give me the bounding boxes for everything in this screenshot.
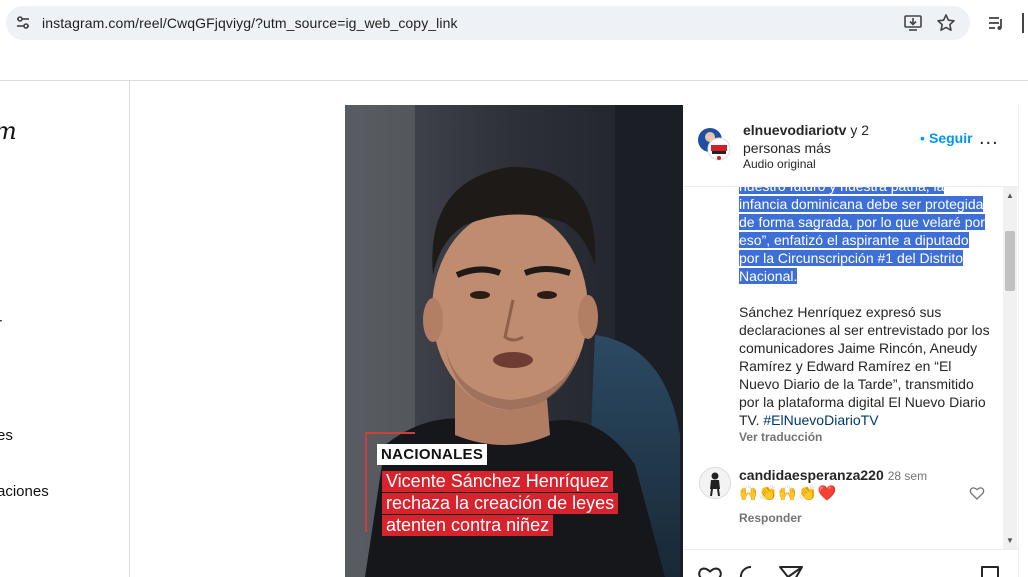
sidebar-item-2[interactable]: es (0, 427, 13, 444)
comment-time: 28 sem (887, 469, 928, 483)
category-label: NACIONALES (377, 444, 488, 465)
more-options-button[interactable]: ... (979, 128, 999, 148)
site-settings-icon[interactable] (14, 14, 32, 32)
sidebar-item-3[interactable]: aciones (0, 483, 49, 500)
scrollbar-thumb[interactable] (1005, 231, 1015, 291)
comments-scroll-area[interactable]: nuestro futuro y nuestra patria, la infa… (683, 187, 1019, 549)
scroll-down-arrow-icon[interactable]: ▼ (1006, 536, 1014, 545)
selected-caption-text: nuestro futuro y nuestra patria, la infa… (739, 187, 985, 284)
overlay-frame-line (365, 432, 367, 532)
author-username[interactable]: elnuevodiariotv (743, 122, 846, 138)
post-header: elnuevodiariotv y 2 personas más Audio o… (683, 105, 1019, 187)
browser-toolbar: instagram.com/reel/CwqGFjqviyg/?utm_sour… (0, 0, 1028, 46)
see-translation-link[interactable]: Ver traducción (739, 430, 822, 444)
post-caption: nuestro futuro y nuestra patria, la infa… (739, 187, 991, 429)
url-text[interactable]: instagram.com/reel/CwqGFjqviyg/?utm_sour… (42, 15, 458, 31)
caption-body: Sánchez Henríquez expresó sus declaracio… (739, 304, 990, 428)
like-comment-heart-icon[interactable] (969, 485, 985, 501)
post-details-panel: elnuevodiariotv y 2 personas más Audio o… (683, 105, 1019, 577)
address-bar[interactable]: instagram.com/reel/CwqGFjqviyg/?utm_sour… (6, 6, 970, 40)
headline-line: rechaza la creación de leyes (382, 493, 619, 514)
headline-line: atenten contra niñez (382, 515, 554, 536)
like-heart-icon[interactable] (697, 564, 723, 577)
video-headline: Vicente Sánchez Henríquez rechaza la cre… (382, 471, 654, 537)
scroll-up-arrow-icon[interactable]: ▲ (1006, 191, 1014, 200)
follow-button[interactable]: Seguir (929, 130, 973, 146)
divider (0, 80, 1028, 81)
follow-dot: • (920, 130, 925, 146)
install-app-icon[interactable] (903, 13, 923, 33)
post-actions-bar (683, 549, 1019, 577)
menu-edge (1022, 13, 1024, 33)
save-bookmark-icon[interactable] (977, 564, 1003, 577)
comment-username-text[interactable]: candidaesperanza220 (739, 467, 884, 483)
instagram-sidebar: m r es aciones (0, 81, 130, 577)
overlay-frame-line (365, 432, 415, 434)
audio-label[interactable]: Audio original (743, 157, 816, 171)
media-controls-icon[interactable] (986, 13, 1006, 33)
comment-username[interactable]: candidaesperanza220 28 sem (739, 467, 927, 483)
author-avatar[interactable] (697, 127, 731, 161)
author-line: elnuevodiariotv y 2 personas más (743, 121, 903, 157)
comment-text: 🙌👏🙌👏❤️ (739, 485, 838, 502)
commenter-avatar[interactable] (699, 467, 731, 499)
sidebar-item-1[interactable]: r (0, 315, 2, 332)
hashtag-link[interactable]: #ElNuevoDiarioTV (763, 412, 878, 428)
instagram-logo[interactable]: m (0, 117, 17, 145)
headline-line: Vicente Sánchez Henríquez (382, 471, 613, 492)
share-send-icon[interactable] (778, 564, 804, 577)
comment-bubble-icon[interactable] (738, 564, 764, 577)
reply-button[interactable]: Responder (739, 511, 802, 525)
comments-scrollbar[interactable]: ▲ ▼ (1003, 187, 1017, 549)
bookmark-star-icon[interactable] (936, 13, 956, 33)
